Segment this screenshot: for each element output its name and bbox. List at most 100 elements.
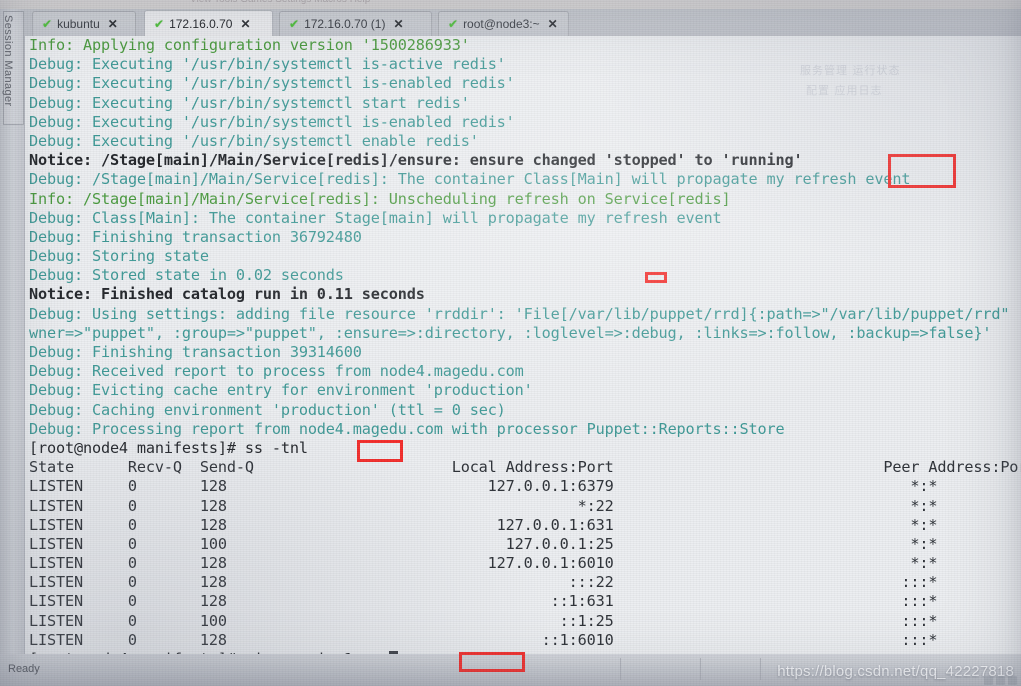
status-divider-1 <box>620 658 621 680</box>
log-message: Applying configuration version '15002869… <box>82 36 470 54</box>
terminal-log-line: Debug: Evicting cache entry for environm… <box>29 381 1021 400</box>
log-level-prefix: Debug: <box>29 419 92 438</box>
log-message: Finished catalog run in 0.11 seconds <box>100 285 425 304</box>
log-level-prefix: Debug: <box>29 266 92 285</box>
tab-bar[interactable]: ✔ kubuntu ✕ ✔ 172.16.0.70 ✕ ✔ 172.16.0.70 (1) ✕ ✔… <box>24 9 1021 36</box>
close-icon[interactable]: ✕ <box>108 17 118 31</box>
terminal-log-line: Debug: Caching environment 'production' … <box>29 401 1021 420</box>
ss-row-cells: LISTEN 0 128 127.0.0.1:6379 *:* <box>29 477 938 496</box>
shell-command: ss -tnl <box>244 438 308 457</box>
ss-table-header: State Recv-Q Send-Q Local Address:Port P… <box>29 458 1021 477</box>
terminal-log-line: Debug: Stored state in 0.02 seconds <box>29 266 1021 285</box>
tray-icon-2 <box>996 676 1005 685</box>
ss-table-row: LISTEN 0 128 ::1:631 :::* <box>29 592 1021 611</box>
close-icon[interactable]: ✕ <box>393 17 403 31</box>
terminal-log-line: Debug: Storing state <box>29 247 1021 266</box>
log-level-prefix: Debug: <box>29 227 92 246</box>
ss-row-cells: LISTEN 0 100 ::1:25 :::* <box>29 611 938 630</box>
log-level-prefix: Debug: <box>29 170 92 189</box>
ss-row-cells: LISTEN 0 128 :::22 :::* <box>29 573 938 592</box>
ss-table-row: LISTEN 0 128 :::22 :::* <box>29 573 1021 592</box>
log-message: Processing report from node4.magedu.com … <box>91 419 785 438</box>
log-level-prefix: Notice: <box>29 285 101 304</box>
log-level-prefix: Debug: <box>29 343 92 361</box>
tab-kubuntu[interactable]: ✔ kubuntu ✕ <box>32 11 136 36</box>
session-manager-label: Session Manager <box>2 15 14 107</box>
log-message: wner=>"puppet", :group=>"puppet", :ensur… <box>29 323 992 342</box>
terminal-prompt-line: [root@node4 manifests]# ss -tnl <box>29 439 1021 458</box>
ss-header-row: State Recv-Q Send-Q Local Address:Port P… <box>29 458 1021 477</box>
log-message: Using settings: adding file resource 'rr… <box>91 304 1010 323</box>
terminal-log-line: Debug: Received report to process from n… <box>29 362 1021 381</box>
check-icon: ✔ <box>42 17 53 31</box>
ss-row-cells: LISTEN 0 128 127.0.0.1:6010 *:* <box>29 554 938 573</box>
annotation-box-stored-state <box>645 272 667 283</box>
log-level-prefix: Debug: <box>29 304 92 323</box>
terminal-log-line: Debug: Class[Main]: The container Stage[… <box>29 209 1021 228</box>
terminal-log-line: Debug: Executing '/usr/bin/systemctl is-… <box>29 55 1021 74</box>
terminal-log-line: Debug: Processing report from node4.mage… <box>29 420 1021 439</box>
log-message: Executing '/usr/bin/systemctl is-enabled… <box>91 74 515 93</box>
log-message: Evicting cache entry for environment 'pr… <box>91 381 533 400</box>
log-level-prefix: Info: <box>29 189 83 208</box>
log-level-prefix: Debug: <box>29 381 92 400</box>
close-icon[interactable]: ✕ <box>548 17 558 31</box>
check-icon: ✔ <box>448 17 459 31</box>
terminal-log-line: Info: Applying configuration version '15… <box>29 36 1021 55</box>
ss-row-cells: LISTEN 0 128 ::1:631 :::* <box>29 592 938 611</box>
log-message: Received report to process from node4.ma… <box>91 362 524 381</box>
menu-bar[interactable]: View Tools Games Settings Macros Help <box>0 0 1021 9</box>
ss-table-row: LISTEN 0 128 127.0.0.1:6010 *:* <box>29 554 1021 573</box>
ss-table-row: LISTEN 0 128 127.0.0.1:631 *:* <box>29 516 1021 535</box>
log-message: Executing '/usr/bin/systemctl enable red… <box>91 131 479 150</box>
ss-table-row: LISTEN 0 128 127.0.0.1:6379 *:* <box>29 477 1021 496</box>
tab-172-16-0-70[interactable]: ✔ 172.16.0.70 ✕ <box>144 10 273 36</box>
log-message: Finishing transaction 39314600 <box>91 343 362 361</box>
ss-row-cells: LISTEN 0 100 127.0.0.1:25 *:* <box>29 534 938 553</box>
status-divider-3 <box>760 658 761 680</box>
tab-172-16-0-70-1[interactable]: ✔ 172.16.0.70 (1) ✕ <box>279 11 432 36</box>
terminal-log-line: Debug: Executing '/usr/bin/systemctl is-… <box>29 74 1021 93</box>
status-ready-label: Ready <box>8 663 40 675</box>
tray-icon-3 <box>1008 676 1017 685</box>
log-message: /Stage[main]/Main/Service[redis]/ensure:… <box>100 151 803 170</box>
close-icon[interactable]: ✕ <box>240 17 250 31</box>
log-level-prefix: Debug: <box>29 400 92 419</box>
terminal-log-line: Debug: Executing '/usr/bin/systemctl ena… <box>29 132 1021 151</box>
log-level-prefix: Debug: <box>29 112 92 131</box>
log-message: /Stage[main]/Main/Service[redis]: Unsche… <box>82 189 731 208</box>
annotation-box-ss-command <box>357 440 403 462</box>
ss-row-cells: LISTEN 0 128 127.0.0.1:631 *:* <box>29 515 938 534</box>
terminal-log-line: Debug: /Stage[main]/Main/Service[redis]:… <box>29 170 1021 189</box>
csdn-watermark: https://blog.csdn.net/qq_42227818 <box>777 663 1014 680</box>
annotation-box-service-running <box>888 154 956 188</box>
tab-label: kubuntu <box>57 17 100 31</box>
log-level-prefix: Debug: <box>29 74 92 93</box>
terminal-log-line: Debug: Using settings: adding file resou… <box>29 305 1021 324</box>
log-message: Finishing transaction 36792480 <box>91 227 362 246</box>
tab-root-node3[interactable]: ✔ root@node3:~ ✕ <box>438 11 569 36</box>
status-divider-2 <box>700 658 701 680</box>
log-level-prefix: Debug: <box>29 362 92 381</box>
check-icon: ✔ <box>289 17 300 31</box>
log-level-prefix: Debug: <box>29 93 92 112</box>
log-message: Executing '/usr/bin/systemctl is-active … <box>91 55 506 74</box>
log-level-prefix: Debug: <box>29 208 92 227</box>
check-icon: ✔ <box>154 16 165 31</box>
log-level-prefix: Debug: <box>29 247 92 266</box>
log-message: Class[Main]: The container Stage[main] w… <box>91 208 722 227</box>
terminal-log-line: Debug: Finishing transaction 36792480 <box>29 228 1021 247</box>
session-manager-rail[interactable]: Session Manager <box>0 9 25 654</box>
ss-table-row: LISTEN 0 100 ::1:25 :::* <box>29 612 1021 631</box>
terminal-log-line: Debug: Finishing transaction 39314600 <box>29 343 1021 362</box>
system-tray <box>984 676 1017 685</box>
terminal-log-line: Debug: Executing '/usr/bin/systemctl is-… <box>29 113 1021 132</box>
annotation-box-vim-command <box>459 652 525 672</box>
terminal-log-line: Debug: Executing '/usr/bin/systemctl sta… <box>29 94 1021 113</box>
terminal-pane[interactable]: Info: Applying configuration version '15… <box>24 36 1021 654</box>
tab-label: 172.16.0.70 (1) <box>304 17 386 31</box>
log-message: Executing '/usr/bin/systemctl start redi… <box>91 93 470 112</box>
log-message: Executing '/usr/bin/systemctl is-enabled… <box>91 112 515 131</box>
log-level-prefix: Debug: <box>29 55 92 74</box>
tab-label: root@node3:~ <box>463 17 540 31</box>
